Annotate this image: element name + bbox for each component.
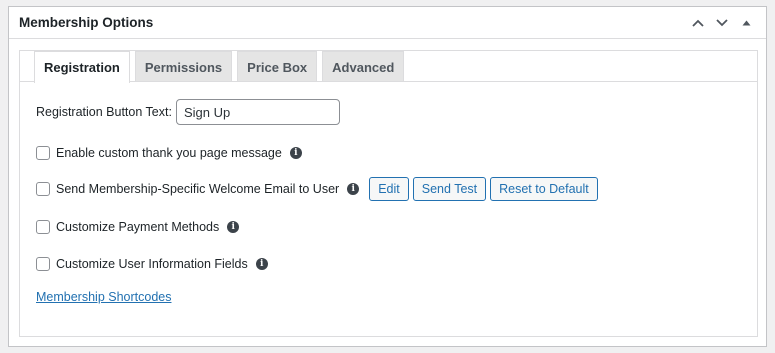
chevron-up-icon	[692, 19, 704, 27]
welcome-email-checkbox[interactable]	[36, 182, 50, 196]
payment-methods-label: Customize Payment Methods	[56, 220, 220, 234]
tab-registration[interactable]: Registration	[34, 51, 130, 83]
tab-bar: Registration Permissions Price Box Advan…	[34, 51, 405, 83]
move-up-button[interactable]	[688, 13, 708, 33]
panel-title: Membership Options	[19, 15, 154, 30]
panel-handle-actions	[688, 13, 756, 33]
welcome-email-row: Send Membership-Specific Welcome Email t…	[36, 177, 598, 201]
payment-methods-checkbox[interactable]	[36, 220, 50, 234]
tab-permissions[interactable]: Permissions	[134, 51, 233, 82]
thank-you-label: Enable custom thank you page message	[56, 146, 282, 160]
tab-advanced[interactable]: Advanced	[322, 51, 405, 82]
tab-price-box[interactable]: Price Box	[237, 51, 318, 82]
membership-options-panel: Membership Options Registration Permissi…	[8, 6, 767, 347]
button-text-row: Registration Button Text:	[36, 99, 340, 125]
reset-to-default-button[interactable]: Reset to Default	[490, 177, 598, 201]
welcome-email-label: Send Membership-Specific Welcome Email t…	[56, 182, 340, 196]
info-icon: i	[255, 258, 268, 270]
thank-you-checkbox[interactable]	[36, 146, 50, 160]
triangle-up-icon	[742, 20, 750, 25]
info-icon: i	[227, 221, 240, 233]
user-fields-checkbox[interactable]	[36, 257, 50, 271]
payment-methods-row: Customize Payment Methods i	[36, 220, 240, 234]
info-icon: i	[289, 147, 302, 159]
registration-tab-panel: Registration Button Text: Enable custom …	[20, 81, 757, 337]
user-fields-label: Customize User Information Fields	[56, 257, 248, 271]
shortcodes-row: Membership Shortcodes	[36, 290, 171, 304]
button-text-label: Registration Button Text:	[36, 105, 172, 119]
panel-inside: Registration Permissions Price Box Advan…	[19, 50, 758, 337]
send-test-button[interactable]: Send Test	[412, 177, 487, 201]
move-down-button[interactable]	[712, 13, 732, 33]
thank-you-row: Enable custom thank you page message i	[36, 146, 302, 160]
membership-shortcodes-link[interactable]: Membership Shortcodes	[36, 290, 171, 304]
user-fields-row: Customize User Information Fields i	[36, 257, 268, 271]
toggle-panel-button[interactable]	[736, 13, 756, 33]
chevron-down-icon	[716, 18, 728, 26]
edit-button[interactable]: Edit	[369, 177, 409, 201]
panel-header: Membership Options	[9, 7, 766, 39]
info-icon: i	[347, 183, 360, 195]
button-text-input[interactable]	[175, 99, 340, 125]
